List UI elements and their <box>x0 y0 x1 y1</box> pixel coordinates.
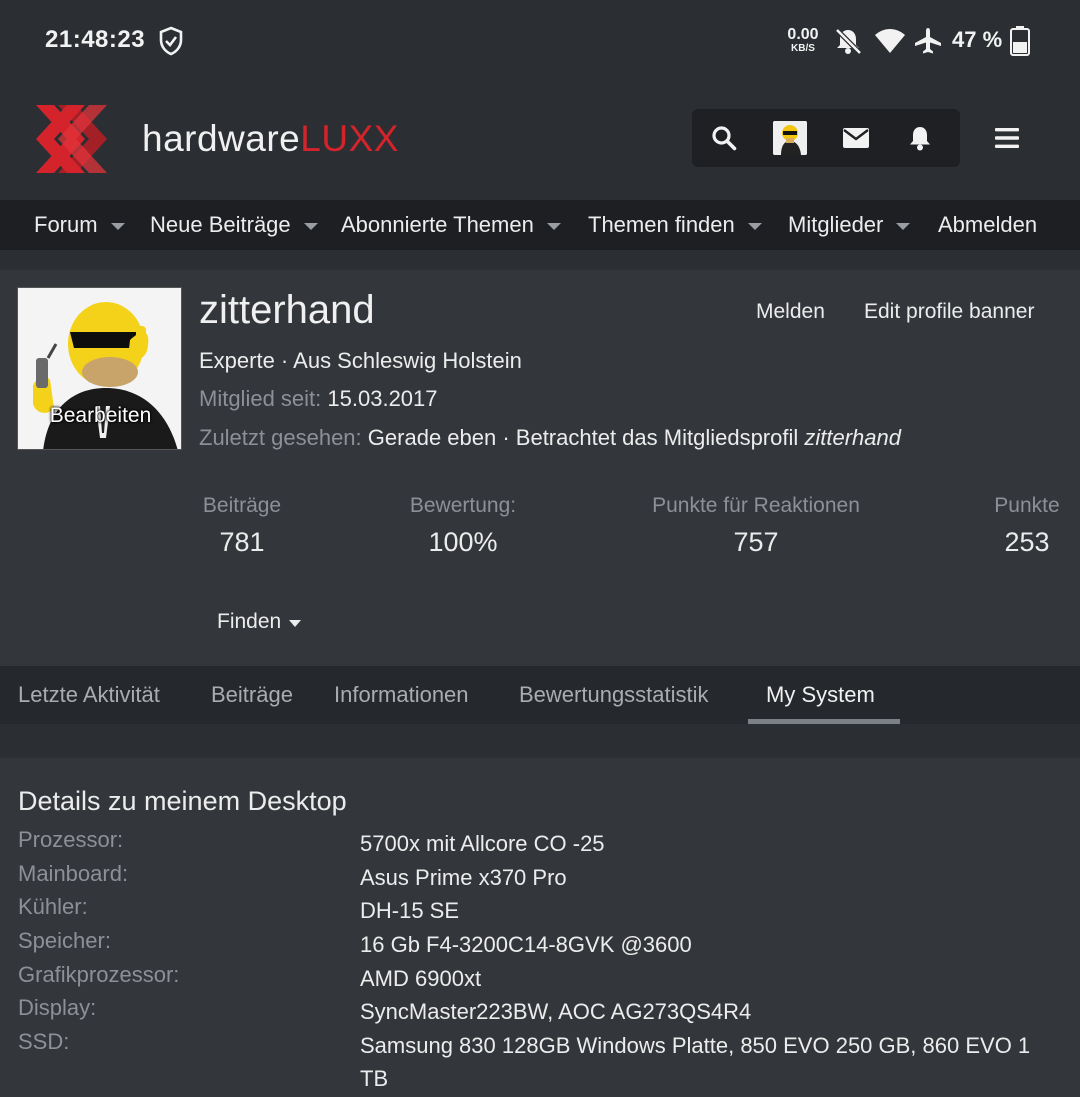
last-seen-label: Zuletzt gesehen: <box>199 425 362 450</box>
last-seen-line: Zuletzt gesehen: Gerade eben · Betrachte… <box>199 425 901 451</box>
nav-item-label: Mitglieder <box>788 212 884 237</box>
menu-button[interactable] <box>976 124 1038 156</box>
airplane-icon <box>913 26 943 56</box>
network-speed-unit: KB/S <box>791 43 815 54</box>
spec-key: Speicher: <box>18 928 111 953</box>
stat-posts[interactable]: Beiträge 781 <box>199 494 285 558</box>
site-logo-text[interactable]: hardwareLUXX <box>142 118 399 160</box>
spec-key: Display: <box>18 995 97 1020</box>
stat-label: Punkte für Reaktionen <box>652 494 860 517</box>
tab-rating-statistics[interactable]: Bewertungsstatistik <box>519 666 709 724</box>
nav-item-logout[interactable]: Abmelden <box>938 200 1037 250</box>
nav-item-find-threads[interactable]: Themen finden <box>588 200 762 250</box>
account-button[interactable] <box>758 109 822 167</box>
stat-label: Punkte <box>994 494 1060 517</box>
system-details-title: Details zu meinem Desktop <box>18 786 347 816</box>
hardwareluxx-logo-icon[interactable] <box>36 105 134 173</box>
status-bar: 21:48:23 0.00 KB/S 47 % <box>0 0 1080 80</box>
system-details-panel: Details zu meinem Desktop Prozessor: 570… <box>0 758 1080 1097</box>
chevron-down-icon[interactable] <box>896 222 911 230</box>
chevron-down-icon[interactable] <box>303 222 318 230</box>
search-icon <box>711 125 737 151</box>
header-toolbar <box>692 109 960 167</box>
nav-item-watched-threads[interactable]: Abonnierte Themen <box>341 200 561 250</box>
logo-text-main: hardware <box>142 118 301 159</box>
stat-label: Bewertung: <box>409 494 517 517</box>
spec-key: Prozessor: <box>18 827 124 852</box>
spec-key: Grafikprozessor: <box>18 962 180 987</box>
spec-value: AMD 6900xt <box>360 966 482 991</box>
spec-key: Mainboard: <box>18 861 129 886</box>
report-link[interactable]: Melden <box>756 300 825 324</box>
spec-value: SyncMaster223BW, AOC AG273QS4R4 <box>360 999 752 1024</box>
profile-username: zitterhand <box>199 288 375 332</box>
nav-item-members[interactable]: Mitglieder <box>788 200 911 250</box>
site-header: hardwareLUXX <box>0 80 1080 200</box>
stat-points[interactable]: Punkte 253 <box>990 494 1064 558</box>
nav-item-forum[interactable]: Forum <box>34 200 125 250</box>
find-dropdown-button[interactable]: Finden <box>217 610 302 634</box>
tab-posts[interactable]: Beiträge <box>211 666 293 724</box>
profile-header: Bearbeiten zitterhand Melden Edit profil… <box>0 270 1080 666</box>
member-since-label: Mitglied seit: <box>199 386 322 411</box>
shield-check-icon <box>158 26 184 56</box>
nav-item-label: Abonnierte Themen <box>341 212 534 237</box>
logo-text-accent: LUXX <box>300 118 399 159</box>
profile-title-line: Experte · Aus Schleswig Holstein <box>199 348 522 373</box>
network-speed: 0.00 KB/S <box>786 26 820 54</box>
battery-icon <box>1010 26 1030 56</box>
chevron-down-icon[interactable] <box>110 222 125 230</box>
stat-reaction-score[interactable]: Punkte für Reaktionen 757 <box>642 494 870 558</box>
last-seen-profile-link[interactable]: zitterhand <box>804 425 901 450</box>
tab-information[interactable]: Informationen <box>334 666 469 724</box>
member-since-line: Mitglied seit: 15.03.2017 <box>199 386 438 412</box>
stat-value: 100% <box>428 527 498 557</box>
spec-value: Asus Prime x370 Pro <box>360 865 567 890</box>
caret-down-icon <box>289 619 302 627</box>
spec-key: Kühler: <box>18 894 88 919</box>
messages-button[interactable] <box>824 109 888 167</box>
profile-tabs: Letzte Aktivität Beiträge Informationen … <box>0 666 1080 724</box>
tab-my-system[interactable]: My System <box>766 666 875 724</box>
user-avatar <box>773 121 807 155</box>
profile-avatar[interactable]: Bearbeiten <box>17 287 182 450</box>
network-speed-value: 0.00 <box>787 26 819 43</box>
nav-item-label: Themen finden <box>588 212 735 237</box>
edit-profile-banner-link[interactable]: Edit profile banner <box>864 300 1034 324</box>
last-seen-value: Gerade eben · Betrachtet das Mitgliedspr… <box>367 425 799 450</box>
wifi-icon <box>874 26 905 56</box>
find-label: Finden <box>217 610 282 633</box>
tab-latest-activity[interactable]: Letzte Aktivität <box>18 666 160 724</box>
spec-value: Samsung 830 128GB Windows Platte, 850 EV… <box>360 1033 1031 1091</box>
chevron-down-icon[interactable] <box>747 222 762 230</box>
nav-item-label: Neue Beiträge <box>150 212 291 237</box>
spec-value: 16 Gb F4-3200C14-8GVK @3600 <box>360 932 692 957</box>
stat-label: Beiträge <box>202 494 282 517</box>
chevron-down-icon[interactable] <box>546 222 561 230</box>
alerts-button[interactable] <box>888 109 952 167</box>
stat-value: 253 <box>1004 527 1050 557</box>
bell-off-icon <box>833 26 863 56</box>
spec-key: SSD: <box>18 1029 70 1054</box>
stat-rating: Bewertung: 100% <box>404 494 522 558</box>
stat-value: 781 <box>219 527 265 557</box>
search-button[interactable] <box>692 109 756 167</box>
avatar-edit-link[interactable]: Bearbeiten <box>18 404 181 428</box>
nav-item-label: Forum <box>34 212 98 237</box>
bell-icon <box>908 125 932 151</box>
spec-value: 5700x mit Allcore CO -25 <box>360 831 605 856</box>
battery-percent: 47 % <box>952 27 1003 52</box>
hamburger-icon <box>995 127 1019 154</box>
spec-value: DH-15 SE <box>360 898 460 923</box>
nav-item-label: Abmelden <box>938 212 1038 237</box>
status-time: 21:48:23 <box>45 26 146 53</box>
main-nav: Forum Neue Beiträge Abonnierte Themen Th… <box>0 200 1080 250</box>
mail-icon <box>842 127 870 149</box>
nav-item-new-posts[interactable]: Neue Beiträge <box>150 200 318 250</box>
stat-value: 757 <box>733 527 779 557</box>
member-since-value: 15.03.2017 <box>327 386 438 411</box>
active-tab-indicator <box>748 719 900 724</box>
